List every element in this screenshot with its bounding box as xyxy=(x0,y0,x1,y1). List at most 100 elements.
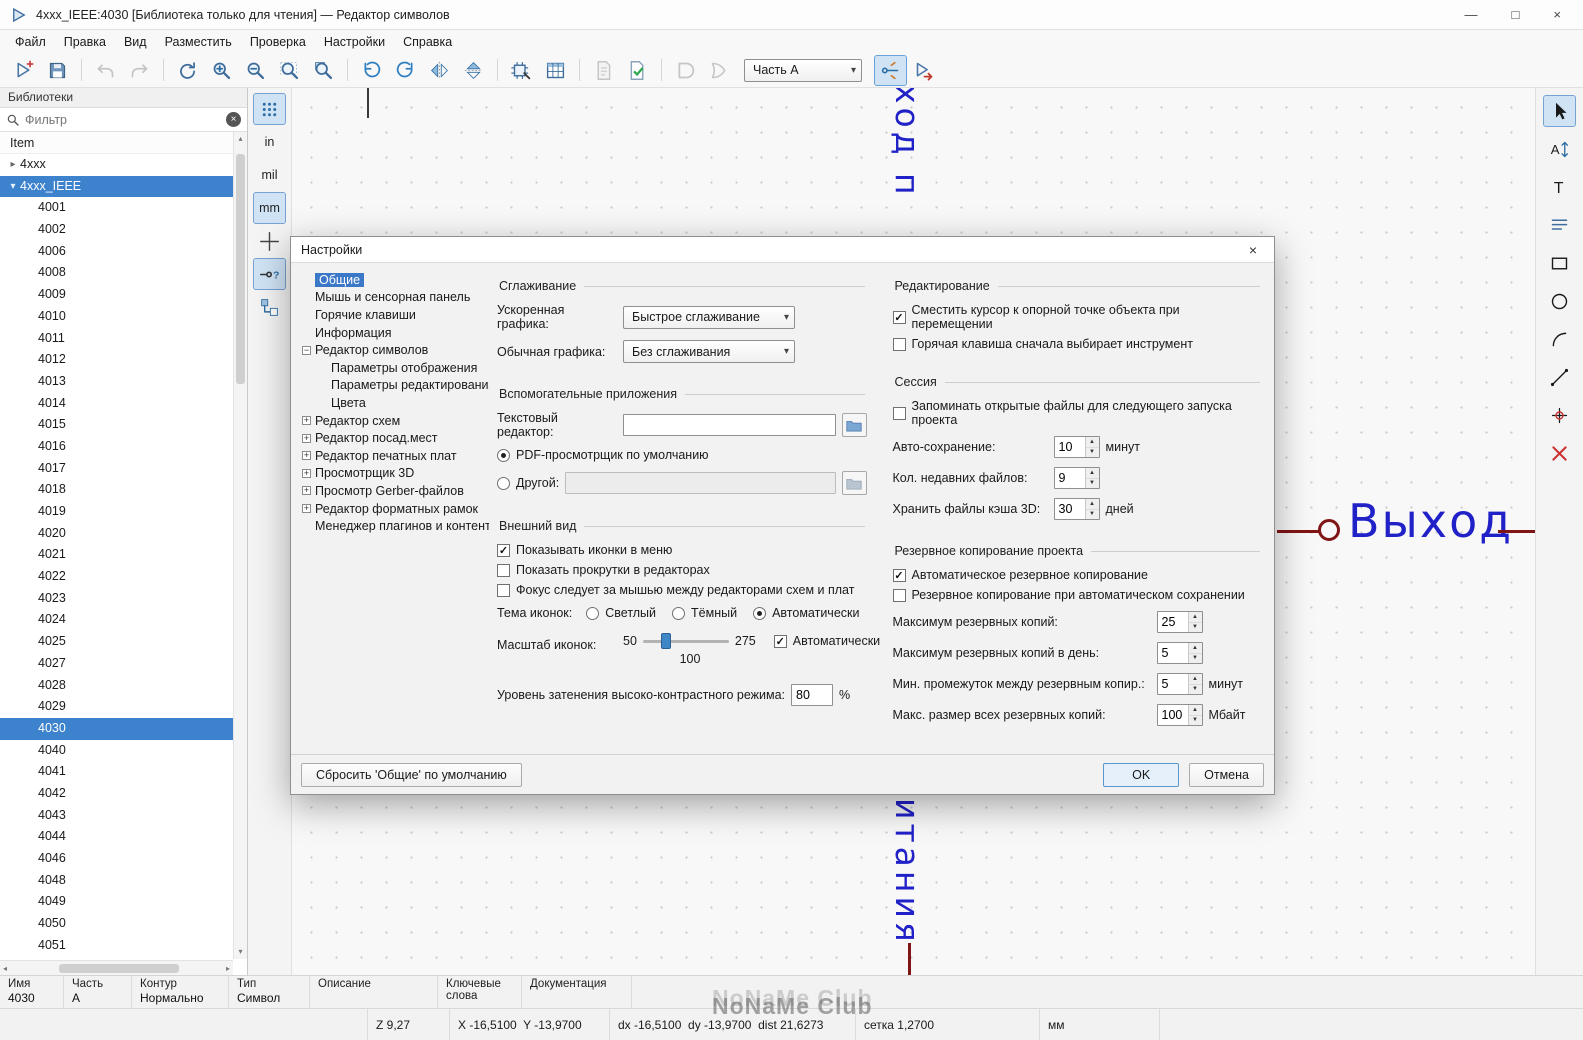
spin-down-icon[interactable]: ▼ xyxy=(1188,653,1202,663)
spin-up-icon[interactable]: ▲ xyxy=(1085,499,1099,510)
library-item-4022[interactable]: 4022 xyxy=(0,566,247,588)
spin-up-icon[interactable]: ▲ xyxy=(1188,674,1202,685)
scroll-left-icon[interactable]: ◂ xyxy=(3,964,7,973)
settings-tree-item-11[interactable]: + Просмотрщик 3D xyxy=(301,465,489,483)
sync-pins-button[interactable] xyxy=(874,54,907,86)
library-item-4018[interactable]: 4018 xyxy=(0,479,247,501)
settings-tree-item-1[interactable]: Мышь и сенсорная панель xyxy=(301,289,489,307)
settings-tree-item-13[interactable]: + Редактор форматных рамок xyxy=(301,500,489,518)
scrollbar-thumb-h[interactable] xyxy=(58,963,179,973)
library-item-4008[interactable]: 4008 xyxy=(0,262,247,284)
checkbox-hotkey-selects-tool[interactable]: Горячая клавиша сначала выбирает инструм… xyxy=(892,337,1263,351)
mirror-v-button[interactable] xyxy=(458,56,489,85)
pdf-default-radio[interactable]: PDF-просмотрщик по умолчанию xyxy=(497,448,709,462)
theme-light-radio[interactable]: Светлый xyxy=(586,606,656,620)
pdf-other-radio[interactable]: Другой: xyxy=(497,476,559,490)
circle-tool-button[interactable] xyxy=(1544,286,1575,316)
cancel-button[interactable]: Отмена xyxy=(1189,762,1264,787)
library-item-4014[interactable]: 4014 xyxy=(0,393,247,415)
library-item-4046[interactable]: 4046 xyxy=(0,848,247,870)
spin-down-icon[interactable]: ▼ xyxy=(1188,684,1202,694)
pin-type-button[interactable]: ? xyxy=(253,258,286,290)
clear-filter-icon[interactable]: × xyxy=(226,112,241,127)
line-tool-button[interactable] xyxy=(1544,362,1575,392)
spin-up-icon[interactable]: ▲ xyxy=(1085,468,1099,479)
settings-tree-item-5[interactable]: Параметры отображения xyxy=(301,359,489,377)
theme-dark-radio[interactable]: Тёмный xyxy=(672,606,737,620)
menu-item-0[interactable]: Файл xyxy=(6,32,55,52)
horizontal-scrollbar[interactable]: ◂ ▸ xyxy=(0,960,233,975)
browse-text-editor-button[interactable] xyxy=(841,413,867,437)
expand-icon[interactable]: + xyxy=(302,486,311,496)
library-item-4024[interactable]: 4024 xyxy=(0,609,247,631)
library-item-4050[interactable]: 4050 xyxy=(0,913,247,935)
library-item-4006[interactable]: 4006 xyxy=(0,241,247,263)
fields-table-button[interactable] xyxy=(1544,210,1575,240)
zoom-selection-button[interactable] xyxy=(308,56,339,85)
max-backups-input[interactable] xyxy=(1157,612,1188,632)
symbol-tree-button[interactable] xyxy=(254,292,285,322)
scroll-up-icon[interactable]: ▴ xyxy=(234,132,247,146)
spinner-buttons[interactable]: ▲ ▼ xyxy=(1084,437,1099,457)
collapse-icon[interactable]: − xyxy=(302,345,311,355)
menu-item-5[interactable]: Настройки xyxy=(315,32,394,52)
min-interval-input[interactable] xyxy=(1157,674,1188,694)
library-item-4011[interactable]: 4011 xyxy=(0,328,247,350)
library-group-4xxx[interactable]: ▸ 4xxx xyxy=(0,154,247,176)
pin-table-button[interactable] xyxy=(540,56,571,85)
reset-defaults-button[interactable]: Сбросить 'Общие' по умолчанию xyxy=(301,762,522,787)
zoom-in-button[interactable] xyxy=(206,56,237,85)
settings-tree-item-12[interactable]: + Просмотр Gerber-файлов xyxy=(301,482,489,500)
library-item-4049[interactable]: 4049 xyxy=(0,891,247,913)
settings-tree-item-3[interactable]: Информация xyxy=(301,324,489,342)
zoom-fit-button[interactable] xyxy=(274,56,305,85)
library-item-4002[interactable]: 4002 xyxy=(0,219,247,241)
expand-icon[interactable]: + xyxy=(302,504,311,514)
save-button[interactable] xyxy=(42,56,73,85)
library-item-4015[interactable]: 4015 xyxy=(0,414,247,436)
autosave-input[interactable] xyxy=(1054,437,1085,457)
chevron-down-icon[interactable]: ▾ xyxy=(6,176,20,198)
library-item-4043[interactable]: 4043 xyxy=(0,805,247,827)
refresh-view-button[interactable] xyxy=(172,56,203,85)
minimize-button[interactable]: — xyxy=(1465,7,1478,22)
library-item-4001[interactable]: 4001 xyxy=(0,197,247,219)
library-item-4012[interactable]: 4012 xyxy=(0,349,247,371)
settings-tree-item-6[interactable]: Параметры редактирования xyxy=(301,377,489,395)
spin-up-icon[interactable]: ▲ xyxy=(1188,643,1202,654)
library-item-4029[interactable]: 4029 xyxy=(0,696,247,718)
library-item-4023[interactable]: 4023 xyxy=(0,588,247,610)
anchor-tool-button[interactable] xyxy=(1544,400,1575,430)
library-item-4041[interactable]: 4041 xyxy=(0,761,247,783)
checkbox-backup-on-autosave[interactable]: Резервное копирование при автоматическом… xyxy=(892,588,1263,602)
menu-item-2[interactable]: Вид xyxy=(115,32,156,52)
icon-scale-slider[interactable] xyxy=(642,632,729,650)
library-item-4016[interactable]: 4016 xyxy=(0,436,247,458)
expand-icon[interactable]: + xyxy=(302,451,311,461)
settings-tree-item-14[interactable]: Менеджер плагинов и контента xyxy=(301,517,489,535)
menu-item-3[interactable]: Разместить xyxy=(156,32,241,52)
add-to-schematic-button[interactable] xyxy=(909,56,940,85)
checkbox-scrollbars[interactable]: Показать прокрутки в редакторах xyxy=(497,563,867,577)
max-backups-day-input[interactable] xyxy=(1157,643,1188,663)
library-item-4051[interactable]: 4051 xyxy=(0,935,247,957)
settings-tree-item-8[interactable]: + Редактор схем xyxy=(301,412,489,430)
settings-tree-item-2[interactable]: Горячие клавиши xyxy=(301,306,489,324)
expand-icon[interactable]: + xyxy=(302,433,311,443)
fallback-graphics-select[interactable]: Без сглаживания ▾ xyxy=(623,340,795,363)
settings-tree-item-10[interactable]: + Редактор печатных плат xyxy=(301,447,489,465)
max-size-input[interactable] xyxy=(1157,705,1188,725)
settings-tree-item-9[interactable]: + Редактор посад.мест xyxy=(301,429,489,447)
menu-item-6[interactable]: Справка xyxy=(394,32,461,52)
zoom-out-button[interactable] xyxy=(240,56,271,85)
erc-check-button[interactable] xyxy=(622,56,653,85)
checkbox-warp-cursor[interactable]: Сместить курсор к опорной точке объекта … xyxy=(892,303,1263,331)
spinner-buttons[interactable]: ▲ ▼ xyxy=(1187,705,1202,725)
hc-dimming-input[interactable] xyxy=(791,684,834,706)
checkbox-icon-scale-auto[interactable]: Автоматически xyxy=(773,634,880,648)
ok-button[interactable]: OK xyxy=(1103,762,1180,787)
cache3d-input[interactable] xyxy=(1054,499,1085,519)
mirror-h-button[interactable] xyxy=(424,56,455,85)
new-symbol-button[interactable] xyxy=(8,56,39,85)
spinner-buttons[interactable]: ▲ ▼ xyxy=(1084,468,1099,488)
